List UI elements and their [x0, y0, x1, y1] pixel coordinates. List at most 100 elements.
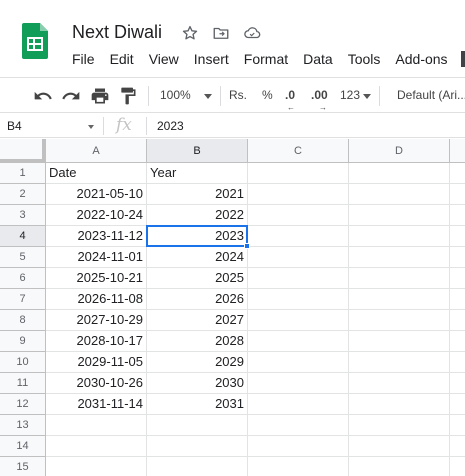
cell-b5[interactable]: 2024: [147, 247, 248, 268]
row-header[interactable]: 1: [0, 163, 46, 184]
row-header[interactable]: 10: [0, 352, 46, 373]
cell-c14[interactable]: [248, 436, 349, 457]
font-family-select[interactable]: Default (Ari...: [397, 88, 465, 102]
cell-d12[interactable]: [349, 394, 450, 415]
row-header[interactable]: 9: [0, 331, 46, 352]
zoom-select[interactable]: 100%: [160, 88, 191, 102]
menu-help-partial[interactable]: [461, 51, 465, 67]
document-title[interactable]: Next Diwali: [72, 22, 162, 43]
cell-a3[interactable]: 2022-10-24: [46, 205, 147, 226]
menu-edit[interactable]: Edit: [110, 51, 134, 67]
cell-d4[interactable]: [349, 226, 450, 247]
cell-d6[interactable]: [349, 268, 450, 289]
name-box[interactable]: B4: [7, 119, 22, 133]
row-header[interactable]: 11: [0, 373, 46, 394]
menu-add-ons[interactable]: Add-ons: [395, 51, 447, 67]
cell-b12[interactable]: 2031: [147, 394, 248, 415]
cell-c4[interactable]: [248, 226, 349, 247]
cell-d2[interactable]: [349, 184, 450, 205]
name-box-chevron-down-icon[interactable]: [88, 125, 94, 129]
cell-a14[interactable]: [46, 436, 147, 457]
cell-d14[interactable]: [349, 436, 450, 457]
menu-file[interactable]: File: [72, 51, 95, 67]
cell-d7[interactable]: [349, 289, 450, 310]
cell-e15[interactable]: [450, 457, 465, 476]
column-header-d[interactable]: D: [349, 139, 450, 163]
column-header-c[interactable]: C: [248, 139, 349, 163]
cell-c2[interactable]: [248, 184, 349, 205]
cell-a2[interactable]: 2021-05-10: [46, 184, 147, 205]
row-header[interactable]: 15: [0, 457, 46, 476]
select-all-corner[interactable]: [0, 139, 46, 163]
row-header[interactable]: 13: [0, 415, 46, 436]
cell-a12[interactable]: 2031-11-14: [46, 394, 147, 415]
currency-format-button[interactable]: Rs.: [229, 88, 247, 102]
cell-b4[interactable]: 2023: [147, 226, 248, 247]
cell-d1[interactable]: [349, 163, 450, 184]
row-header[interactable]: 14: [0, 436, 46, 457]
more-formats-button[interactable]: 123: [340, 88, 360, 102]
cell-a8[interactable]: 2027-10-29: [46, 310, 147, 331]
cell-e12[interactable]: [450, 394, 465, 415]
cell-a9[interactable]: 2028-10-17: [46, 331, 147, 352]
row-header[interactable]: 6: [0, 268, 46, 289]
cell-e10[interactable]: [450, 352, 465, 373]
percent-format-button[interactable]: %: [262, 88, 273, 102]
fill-handle[interactable]: [244, 243, 250, 249]
formula-input[interactable]: 2023: [157, 119, 184, 133]
cell-e11[interactable]: [450, 373, 465, 394]
column-header-a[interactable]: A: [46, 139, 147, 163]
cell-a5[interactable]: 2024-11-01: [46, 247, 147, 268]
cell-c13[interactable]: [248, 415, 349, 436]
column-header-b[interactable]: B: [147, 139, 248, 163]
column-header-partial[interactable]: [450, 139, 465, 163]
decrease-decimal-button[interactable]: .0: [285, 88, 295, 102]
menu-format[interactable]: Format: [244, 51, 288, 67]
cell-c9[interactable]: [248, 331, 349, 352]
redo-icon[interactable]: [61, 86, 81, 106]
undo-icon[interactable]: [33, 86, 53, 106]
cell-b15[interactable]: [147, 457, 248, 476]
menu-data[interactable]: Data: [303, 51, 333, 67]
cell-c7[interactable]: [248, 289, 349, 310]
cell-e6[interactable]: [450, 268, 465, 289]
row-header[interactable]: 4: [0, 226, 46, 247]
cell-a6[interactable]: 2025-10-21: [46, 268, 147, 289]
cell-b7[interactable]: 2026: [147, 289, 248, 310]
print-icon[interactable]: [90, 86, 110, 106]
cell-c1[interactable]: [248, 163, 349, 184]
cell-e1[interactable]: [450, 163, 465, 184]
move-to-folder-icon[interactable]: [212, 24, 230, 42]
cell-b14[interactable]: [147, 436, 248, 457]
cell-a7[interactable]: 2026-11-08: [46, 289, 147, 310]
paint-format-icon[interactable]: [118, 86, 138, 106]
cell-b6[interactable]: 2025: [147, 268, 248, 289]
cell-e7[interactable]: [450, 289, 465, 310]
cell-b1[interactable]: Year: [147, 163, 248, 184]
cell-b2[interactable]: 2021: [147, 184, 248, 205]
cell-e5[interactable]: [450, 247, 465, 268]
row-header[interactable]: 8: [0, 310, 46, 331]
cell-b8[interactable]: 2027: [147, 310, 248, 331]
cell-a13[interactable]: [46, 415, 147, 436]
row-header[interactable]: 3: [0, 205, 46, 226]
spreadsheet-grid[interactable]: A B C D 1 Date Year 2 2021-05-10 2021 3 2022-10-24 2…: [0, 139, 465, 476]
cell-a11[interactable]: 2030-10-26: [46, 373, 147, 394]
row-header[interactable]: 2: [0, 184, 46, 205]
cell-c10[interactable]: [248, 352, 349, 373]
cell-c8[interactable]: [248, 310, 349, 331]
cell-a1[interactable]: Date: [46, 163, 147, 184]
cell-d3[interactable]: [349, 205, 450, 226]
cell-e14[interactable]: [450, 436, 465, 457]
cell-e3[interactable]: [450, 205, 465, 226]
cell-c5[interactable]: [248, 247, 349, 268]
cell-e8[interactable]: [450, 310, 465, 331]
increase-decimal-button[interactable]: .00: [311, 88, 328, 102]
cell-d9[interactable]: [349, 331, 450, 352]
cell-e9[interactable]: [450, 331, 465, 352]
cell-c3[interactable]: [248, 205, 349, 226]
cell-c12[interactable]: [248, 394, 349, 415]
cell-d11[interactable]: [349, 373, 450, 394]
cell-d10[interactable]: [349, 352, 450, 373]
cell-d15[interactable]: [349, 457, 450, 476]
